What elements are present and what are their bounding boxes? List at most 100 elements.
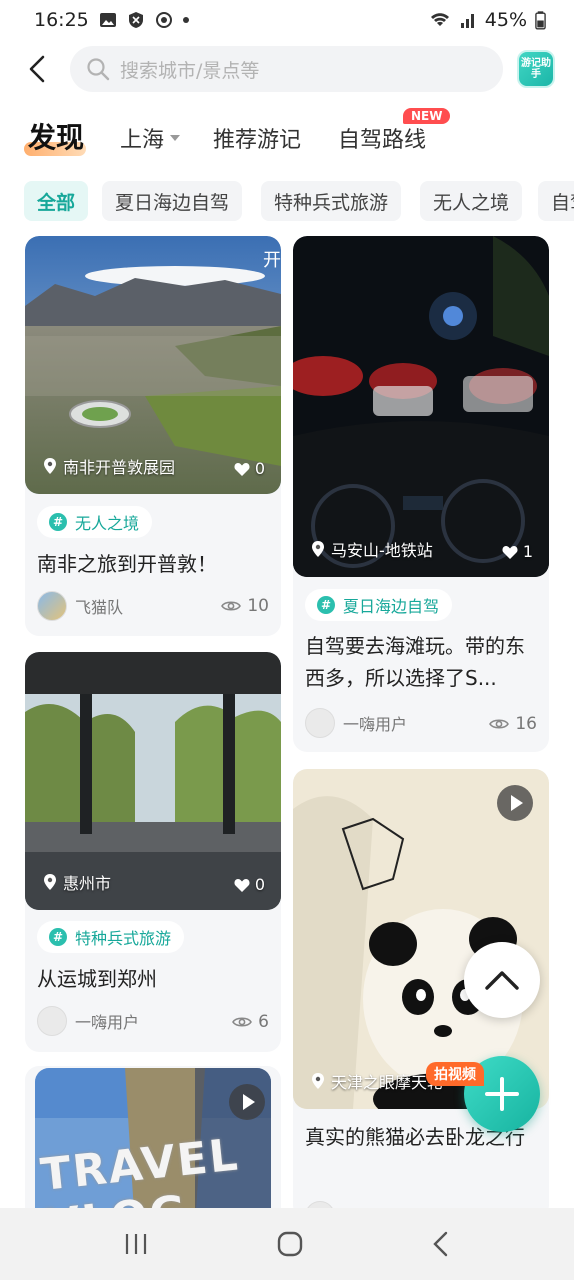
- shield-icon: [128, 12, 143, 28]
- author-name: 飞猫队: [75, 598, 124, 617]
- tab-city-selector[interactable]: 上海: [120, 122, 181, 154]
- search-icon: [87, 58, 110, 81]
- search-placeholder: 搜索城市/景点等: [120, 59, 260, 82]
- status-time: 16:25: [34, 9, 89, 31]
- recent-apps-icon[interactable]: [123, 1232, 149, 1256]
- feed-card[interactable]: 马安山-地铁站 1 # 夏日海边自驾 自驾要去海滩玩。带的东西多，所以选择了S.…: [293, 236, 549, 752]
- location-pin-icon: [312, 541, 324, 557]
- back-arrow-icon[interactable]: [24, 54, 52, 84]
- topic-tag[interactable]: # 无人之境: [37, 506, 153, 538]
- chip-special-forces-travel[interactable]: 特种兵式旅游: [261, 181, 402, 221]
- views-number: 6: [258, 1012, 269, 1032]
- chevron-down-icon: [170, 135, 181, 141]
- play-icon[interactable]: [229, 1084, 265, 1120]
- location-label: 南非开普敦展园: [43, 454, 175, 478]
- feed-card[interactable]: 惠州市 0 # 特种兵式旅游 从运城到郑州 一嗨用户 6: [25, 652, 281, 1052]
- status-bar: 16:25 45%: [0, 0, 574, 40]
- travel-assistant-button[interactable]: 游记助手: [517, 50, 555, 88]
- hashtag-icon: #: [49, 513, 67, 531]
- top-tabs: 发现 上海 推荐游记 自驾路线 NEW: [0, 106, 574, 166]
- tag-text: 特种兵式旅游: [75, 929, 172, 948]
- chevron-up-icon: [485, 971, 519, 990]
- views-number: 10: [247, 596, 269, 616]
- location-label: 惠州市: [43, 870, 111, 894]
- hashtag-icon: #: [317, 596, 335, 614]
- card-title: 从运城到郑州: [37, 967, 157, 991]
- feed-card[interactable]: 开 南非开普敦展园 0 # 无人之境 南非之旅到开普敦！ 飞猫队 10: [25, 236, 281, 636]
- tab-recommended-notes[interactable]: 推荐游记: [213, 122, 301, 154]
- image-overlay-text: 开: [263, 250, 281, 271]
- tag-text: 夏日海边自驾: [343, 597, 440, 616]
- chip-summer-seaside[interactable]: 夏日海边自驾: [102, 181, 243, 221]
- location-pin-icon: [312, 1073, 324, 1089]
- plus-icon: [485, 1077, 519, 1111]
- sync-icon: [155, 12, 172, 28]
- category-chips: 全部 夏日海边自驾 特种兵式旅游 无人之境 自驾: [0, 181, 574, 221]
- card-title: 南非之旅到开普敦！: [37, 552, 217, 576]
- view-count: 16: [489, 714, 537, 734]
- location-pin-icon: [44, 874, 56, 890]
- author-name: 一嗨用户: [343, 715, 408, 734]
- avatar: [305, 708, 335, 738]
- night-traffic-photo: [293, 236, 549, 577]
- wifi-icon: [430, 13, 449, 26]
- shoot-video-badge[interactable]: 拍视频: [426, 1062, 484, 1086]
- location-text: 马安山-地铁站: [331, 541, 433, 560]
- card-image: 开 南非开普敦展园 0: [25, 236, 281, 494]
- likes-count[interactable]: 0: [234, 875, 265, 894]
- heart-icon: [502, 545, 518, 559]
- system-navigation-bar: [0, 1208, 574, 1280]
- card-image: TRAVEL VLOG: [35, 1068, 271, 1226]
- battery-percent: 45%: [484, 9, 527, 31]
- home-icon[interactable]: [276, 1230, 304, 1258]
- tag-text: 无人之境: [75, 514, 140, 533]
- search-input[interactable]: 搜索城市/景点等: [70, 46, 503, 92]
- avatar: [37, 1006, 67, 1036]
- likes-count[interactable]: 0: [234, 459, 265, 478]
- view-count: 10: [221, 596, 269, 616]
- topic-tag[interactable]: # 夏日海边自驾: [305, 589, 453, 621]
- author[interactable]: 一嗨用户: [37, 1006, 139, 1036]
- eye-icon: [221, 601, 242, 611]
- chip-no-mans-land[interactable]: 无人之境: [420, 181, 523, 221]
- likes-number: 0: [254, 459, 265, 478]
- new-badge: NEW: [403, 108, 451, 124]
- location-text: 惠州市: [63, 874, 112, 893]
- hashtag-icon: #: [49, 928, 67, 946]
- author[interactable]: 一嗨用户: [305, 708, 407, 738]
- location-pin-icon: [44, 458, 56, 474]
- location-label: 马安山-地铁站: [311, 537, 433, 561]
- search-header: 搜索城市/景点等 游记助手: [0, 44, 574, 94]
- author-name: 一嗨用户: [75, 1013, 140, 1032]
- gallery-icon: [99, 13, 116, 27]
- signal-icon: [460, 14, 474, 28]
- chip-self-drive[interactable]: 自驾: [538, 181, 574, 221]
- card-image: 马安山-地铁站 1: [293, 236, 549, 577]
- view-count: 6: [232, 1012, 269, 1032]
- tab-driving-routes[interactable]: 自驾路线: [338, 122, 426, 154]
- topic-tag[interactable]: # 特种兵式旅游: [37, 921, 185, 953]
- scroll-to-top-button[interactable]: [464, 942, 540, 1018]
- tab-discover[interactable]: 发现: [28, 116, 84, 156]
- chip-all[interactable]: 全部: [24, 181, 89, 221]
- card-image: 惠州市 0: [25, 652, 281, 910]
- avatar: [37, 591, 67, 621]
- card-title: 自驾要去海滩玩。带的东西多，所以选择了S...: [305, 634, 525, 690]
- eye-icon: [489, 719, 510, 729]
- views-number: 16: [515, 714, 537, 734]
- likes-number: 0: [254, 875, 265, 894]
- city-label: 上海: [120, 128, 165, 153]
- location-label: 天津之眼摩天轮: [311, 1069, 443, 1093]
- location-text: 南非开普敦展园: [63, 458, 176, 477]
- heart-icon: [234, 878, 250, 892]
- likes-count[interactable]: 1: [502, 542, 533, 561]
- likes-number: 1: [522, 542, 533, 561]
- battery-icon: [535, 10, 546, 29]
- feed-card[interactable]: TRAVEL VLOG: [25, 1066, 281, 1226]
- play-icon[interactable]: [497, 785, 533, 821]
- author[interactable]: 飞猫队: [37, 591, 123, 621]
- eye-icon: [232, 1017, 253, 1027]
- back-icon[interactable]: [431, 1230, 451, 1258]
- notification-dot: [182, 17, 189, 23]
- heart-icon: [234, 462, 250, 476]
